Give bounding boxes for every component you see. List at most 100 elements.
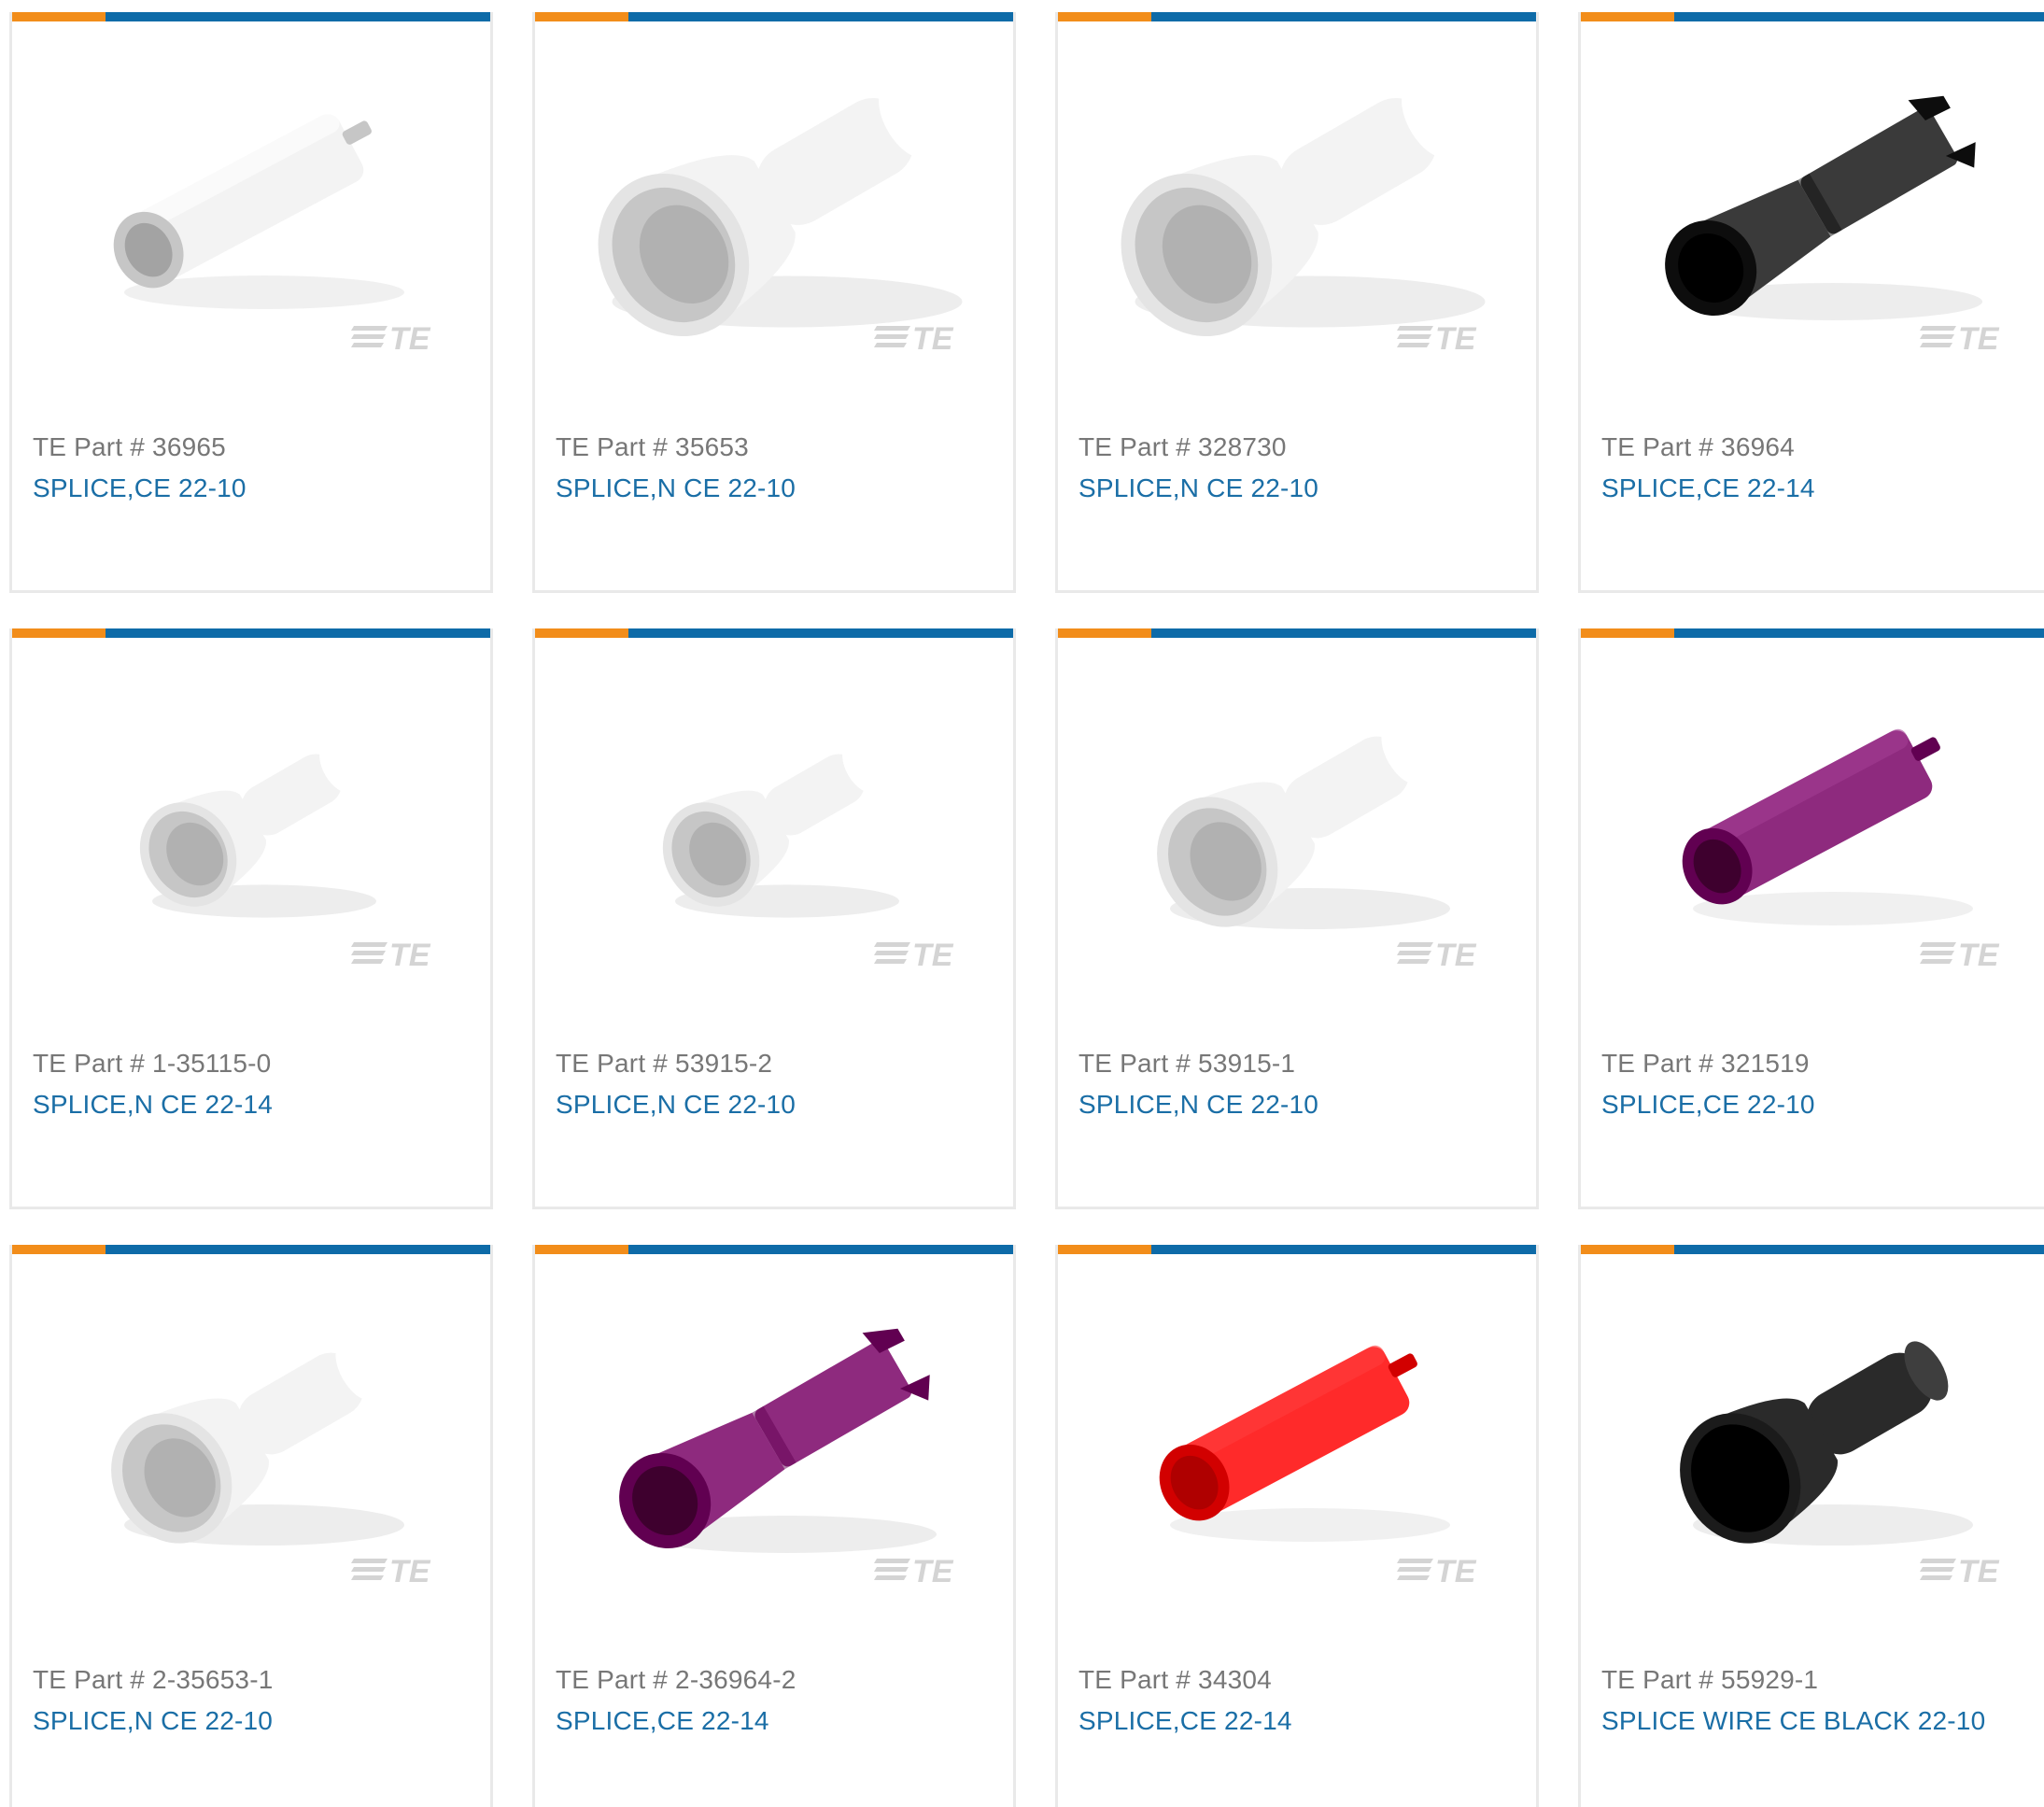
- product-card[interactable]: TE TE Part # 321519 SPLICE,CE 22-10: [1578, 628, 2044, 1209]
- product-card[interactable]: TE TE Part # 2-35653-1 SPLICE,N CE 22-10: [9, 1245, 493, 1807]
- te-logo-icon: TE: [874, 938, 954, 970]
- product-image-frame[interactable]: TE: [1581, 638, 2044, 1007]
- product-image-frame[interactable]: TE: [1581, 21, 2044, 390]
- product-description-link[interactable]: SPLICE,CE 22-10: [1601, 1083, 2038, 1126]
- product-meta: TE Part # 328730 SPLICE,N CE 22-10: [1058, 390, 1536, 590]
- product-card[interactable]: TE TE Part # 53915-2 SPLICE,N CE 22-10: [532, 628, 1016, 1209]
- accent-orange-segment: [535, 628, 628, 638]
- product-card[interactable]: TE TE Part # 1-35115-0 SPLICE,N CE 22-14: [9, 628, 493, 1209]
- product-description-link[interactable]: SPLICE,CE 22-14: [556, 1700, 993, 1743]
- product-description-link[interactable]: SPLICE,N CE 22-10: [556, 467, 993, 510]
- part-number: 55929-1: [1721, 1665, 1819, 1694]
- product-card[interactable]: TE TE Part # 328730 SPLICE,N CE 22-10: [1055, 12, 1539, 593]
- accent-orange-segment: [12, 12, 106, 21]
- product-description-link[interactable]: SPLICE,CE 22-10: [33, 467, 470, 510]
- part-number-line: TE Part # 2-35653-1: [33, 1660, 470, 1700]
- part-number-line: TE Part # 36965: [33, 428, 470, 467]
- product-card[interactable]: TE TE Part # 35653 SPLICE,N CE 22-10: [532, 12, 1016, 593]
- te-logo-icon: TE: [1920, 321, 2000, 354]
- product-image-frame[interactable]: TE: [1581, 1254, 2044, 1623]
- product-image-frame[interactable]: TE: [1058, 21, 1536, 390]
- product-meta: TE Part # 53915-2 SPLICE,N CE 22-10: [535, 1007, 1013, 1207]
- part-label: TE Part #: [556, 1049, 669, 1078]
- te-logo-icon: TE: [874, 1554, 954, 1587]
- part-label: TE Part #: [1601, 1049, 1714, 1078]
- accent-orange-segment: [535, 12, 628, 21]
- card-accent-bar: [12, 628, 490, 638]
- part-number: 2-35653-1: [152, 1665, 274, 1694]
- svg-text:TE: TE: [912, 1554, 954, 1587]
- part-number-line: TE Part # 328730: [1078, 428, 1515, 467]
- product-description-link[interactable]: SPLICE,N CE 22-10: [33, 1700, 470, 1743]
- accent-blue-segment: [628, 12, 1013, 21]
- part-label: TE Part #: [556, 1665, 669, 1694]
- te-logo-icon: TE: [1920, 938, 2000, 970]
- product-card[interactable]: TE TE Part # 36964 SPLICE,CE 22-14: [1578, 12, 2044, 593]
- product-image-frame[interactable]: TE: [535, 1254, 1013, 1623]
- part-number-line: TE Part # 1-35115-0: [33, 1044, 470, 1083]
- product-description-link[interactable]: SPLICE,N CE 22-10: [1078, 467, 1515, 510]
- part-label: TE Part #: [1601, 432, 1714, 461]
- accent-blue-segment: [1674, 628, 2044, 638]
- product-description-link[interactable]: SPLICE,N CE 22-10: [1078, 1083, 1515, 1126]
- accent-blue-segment: [106, 1245, 490, 1254]
- svg-text:TE: TE: [1958, 938, 2000, 970]
- product-card[interactable]: TE TE Part # 36965 SPLICE,CE 22-10: [9, 12, 493, 593]
- product-description-link[interactable]: SPLICE,N CE 22-14: [33, 1083, 470, 1126]
- part-label: TE Part #: [33, 1665, 146, 1694]
- accent-blue-segment: [106, 12, 490, 21]
- te-logo-icon: TE: [351, 938, 431, 970]
- product-card[interactable]: TE TE Part # 34304 SPLICE,CE 22-14: [1055, 1245, 1539, 1807]
- part-number-line: TE Part # 55929-1: [1601, 1660, 2038, 1700]
- part-number-line: TE Part # 321519: [1601, 1044, 2038, 1083]
- te-logo-icon: TE: [351, 1554, 431, 1587]
- part-number: 321519: [1721, 1049, 1810, 1078]
- product-description-link[interactable]: SPLICE WIRE CE BLACK 22-10: [1601, 1700, 2038, 1743]
- product-meta: TE Part # 53915-1 SPLICE,N CE 22-10: [1058, 1007, 1536, 1207]
- accent-orange-segment: [1581, 628, 1674, 638]
- part-number-line: TE Part # 35653: [556, 428, 993, 467]
- accent-blue-segment: [1151, 1245, 1536, 1254]
- part-number: 35653: [675, 432, 749, 461]
- card-accent-bar: [535, 628, 1013, 638]
- product-image-frame[interactable]: TE: [12, 21, 490, 390]
- product-card[interactable]: TE TE Part # 2-36964-2 SPLICE,CE 22-14: [532, 1245, 1016, 1807]
- te-logo-icon: TE: [351, 321, 431, 354]
- part-number: 328730: [1198, 432, 1287, 461]
- accent-orange-segment: [1058, 1245, 1151, 1254]
- svg-text:TE: TE: [912, 321, 954, 354]
- product-image-frame[interactable]: TE: [12, 638, 490, 1007]
- product-card[interactable]: TE TE Part # 55929-1 SPLICE WIRE CE BLAC…: [1578, 1245, 2044, 1807]
- accent-blue-segment: [1674, 1245, 2044, 1254]
- product-meta: TE Part # 321519 SPLICE,CE 22-10: [1581, 1007, 2044, 1207]
- svg-text:TE: TE: [389, 1554, 431, 1587]
- svg-text:TE: TE: [1958, 321, 2000, 354]
- product-card[interactable]: TE TE Part # 53915-1 SPLICE,N CE 22-10: [1055, 628, 1539, 1209]
- accent-orange-segment: [1058, 12, 1151, 21]
- product-meta: TE Part # 2-36964-2 SPLICE,CE 22-14: [535, 1623, 1013, 1807]
- product-image-frame[interactable]: TE: [535, 638, 1013, 1007]
- product-meta: TE Part # 36965 SPLICE,CE 22-10: [12, 390, 490, 590]
- part-number: 1-35115-0: [152, 1049, 272, 1078]
- product-description-link[interactable]: SPLICE,CE 22-14: [1601, 467, 2038, 510]
- part-number-line: TE Part # 53915-1: [1078, 1044, 1515, 1083]
- product-image-frame[interactable]: TE: [12, 1254, 490, 1623]
- part-label: TE Part #: [1078, 1049, 1191, 1078]
- product-image-frame[interactable]: TE: [1058, 638, 1536, 1007]
- product-meta: TE Part # 36964 SPLICE,CE 22-14: [1581, 390, 2044, 590]
- accent-blue-segment: [1151, 12, 1536, 21]
- part-label: TE Part #: [33, 1049, 146, 1078]
- product-meta: TE Part # 1-35115-0 SPLICE,N CE 22-14: [12, 1007, 490, 1207]
- product-description-link[interactable]: SPLICE,N CE 22-10: [556, 1083, 993, 1126]
- card-accent-bar: [1058, 12, 1536, 21]
- product-description-link[interactable]: SPLICE,CE 22-14: [1078, 1700, 1515, 1743]
- product-image-frame[interactable]: TE: [1058, 1254, 1536, 1623]
- svg-text:TE: TE: [1435, 321, 1477, 354]
- part-label: TE Part #: [33, 432, 146, 461]
- accent-orange-segment: [535, 1245, 628, 1254]
- product-meta: TE Part # 2-35653-1 SPLICE,N CE 22-10: [12, 1623, 490, 1807]
- product-meta: TE Part # 34304 SPLICE,CE 22-14: [1058, 1623, 1536, 1807]
- card-accent-bar: [12, 12, 490, 21]
- product-meta: TE Part # 35653 SPLICE,N CE 22-10: [535, 390, 1013, 590]
- product-image-frame[interactable]: TE: [535, 21, 1013, 390]
